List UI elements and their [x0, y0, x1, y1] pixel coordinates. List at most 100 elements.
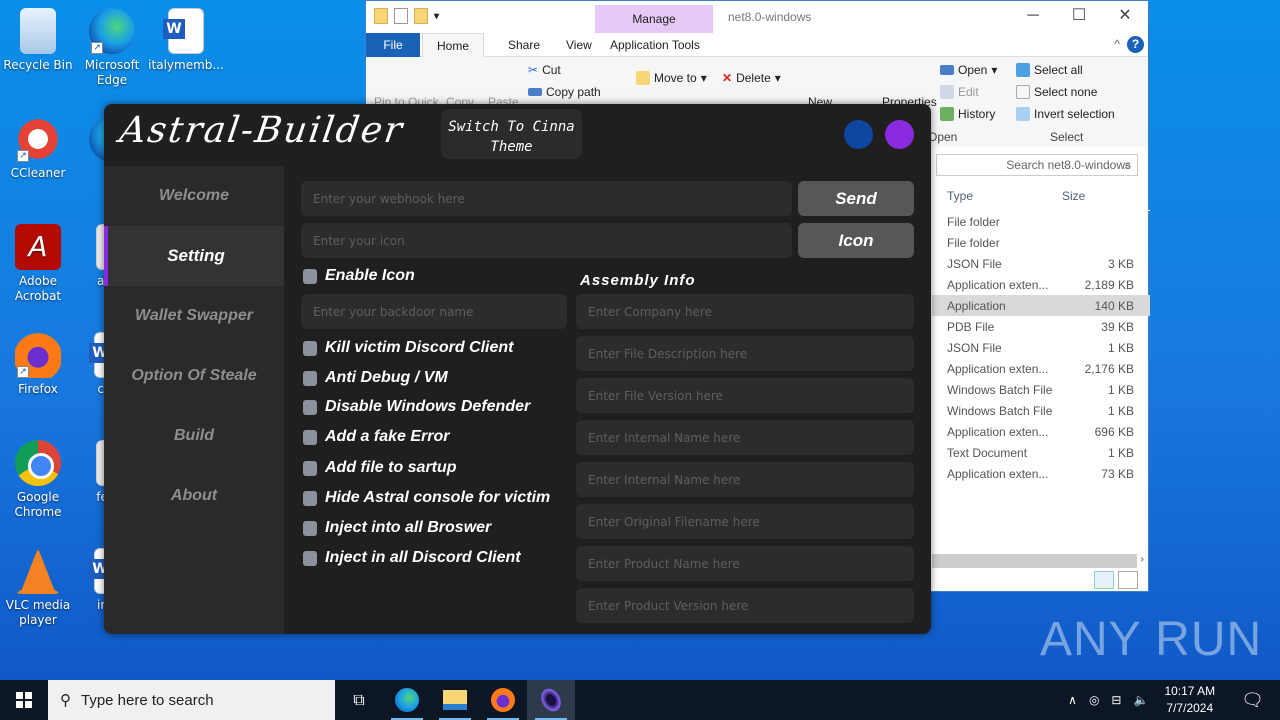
- assembly-field[interactable]: [576, 546, 914, 581]
- switch-theme-button[interactable]: Switch To Cinna Theme: [441, 109, 582, 159]
- assembly-field[interactable]: [576, 336, 914, 371]
- task-view-button[interactable]: ⧉: [335, 680, 383, 720]
- assembly-field[interactable]: [576, 378, 914, 413]
- assembly-field[interactable]: [576, 462, 914, 497]
- file-size: 1 KB: [1107, 340, 1134, 355]
- start-button[interactable]: [0, 680, 48, 720]
- file-row[interactable]: Application exten... 73 KB: [932, 463, 1150, 484]
- nav-about[interactable]: About: [104, 466, 284, 526]
- delete-button[interactable]: ✕ Delete ▾: [722, 71, 781, 85]
- desktop-icon-edge[interactable]: ↗ Microsoft Edge: [74, 8, 150, 88]
- desktop-icon-firefox[interactable]: ↗ Firefox: [0, 332, 76, 397]
- select-all-button[interactable]: Select all: [1016, 63, 1083, 77]
- file-size: 1 KB: [1107, 382, 1134, 397]
- tab-file[interactable]: File: [366, 33, 420, 57]
- manage-tab-group[interactable]: Manage: [595, 5, 713, 33]
- file-row[interactable]: JSON File 3 KB: [932, 253, 1150, 274]
- option-checkbox[interactable]: Kill victim Discord Client: [303, 339, 513, 357]
- file-row[interactable]: Text Document 1 KB: [932, 442, 1150, 463]
- clock[interactable]: 10:17 AM 7/7/2024: [1164, 683, 1215, 717]
- copy-path-button[interactable]: Copy path: [528, 85, 601, 99]
- taskbar-astral-builder[interactable]: [527, 680, 575, 720]
- volume-icon[interactable]: 🔈: [1133, 693, 1148, 707]
- details-view-icon[interactable]: [1094, 571, 1114, 589]
- file-row[interactable]: Windows Batch File 1 KB: [932, 379, 1150, 400]
- option-checkbox[interactable]: Hide Astral console for victim: [303, 489, 550, 507]
- file-row[interactable]: Application exten... 2,176 KB: [932, 358, 1150, 379]
- send-button[interactable]: Send: [798, 181, 914, 216]
- tab-home[interactable]: Home: [422, 33, 485, 57]
- help-icon[interactable]: ?: [1127, 36, 1144, 53]
- select-none-button[interactable]: Select none: [1016, 85, 1097, 99]
- desktop-icon-acrobat[interactable]: Adobe Acrobat: [0, 224, 76, 304]
- close-button[interactable]: ✕: [1102, 1, 1148, 31]
- desktop-icon-recycle-bin[interactable]: Recycle Bin: [0, 8, 76, 73]
- tab-application-tools[interactable]: Application Tools: [596, 33, 714, 57]
- desktop-icon-vlc[interactable]: VLC media player: [0, 548, 76, 628]
- option-checkbox[interactable]: Add file to sartup: [303, 459, 457, 477]
- webhook-input[interactable]: [301, 181, 792, 216]
- icon-button[interactable]: Icon: [798, 223, 914, 258]
- column-size[interactable]: Size: [1062, 189, 1085, 203]
- nav-welcome[interactable]: Welcome: [104, 166, 284, 226]
- taskbar-firefox[interactable]: [479, 680, 527, 720]
- collapse-ribbon-icon[interactable]: ^: [1114, 37, 1120, 51]
- option-checkbox[interactable]: Add a fake Error: [303, 428, 449, 446]
- file-row[interactable]: JSON File 1 KB: [932, 337, 1150, 358]
- tab-share[interactable]: Share: [494, 33, 554, 57]
- desktop-icon-ccleaner[interactable]: ↗ CCleaner: [0, 116, 76, 181]
- option-checkbox[interactable]: Inject into all Broswer: [303, 519, 491, 537]
- move-to-button[interactable]: Move to ▾: [636, 71, 707, 85]
- file-row[interactable]: Windows Batch File 1 KB: [932, 400, 1150, 421]
- customize-dropdown-icon[interactable]: ▾: [434, 11, 439, 22]
- file-row[interactable]: PDB File 39 KB: [932, 316, 1150, 337]
- edge-icon: [395, 688, 419, 712]
- file-row[interactable]: Application exten... 2,189 KB: [932, 274, 1150, 295]
- taskbar-edge[interactable]: [383, 680, 431, 720]
- taskbar-search-box[interactable]: ⚲ Type here to search: [48, 680, 335, 720]
- assembly-field[interactable]: [576, 504, 914, 539]
- explorer-search-input[interactable]: Search net8.0-windows ⌕: [936, 154, 1138, 176]
- invert-selection-button[interactable]: Invert selection: [1016, 107, 1115, 121]
- history-button[interactable]: History: [940, 107, 995, 121]
- network-icon[interactable]: ⊟: [1111, 693, 1121, 707]
- properties-icon[interactable]: [394, 8, 408, 24]
- file-row[interactable]: Application exten... 696 KB: [932, 421, 1150, 442]
- vlc-icon: [15, 548, 61, 594]
- icon-input[interactable]: [301, 223, 792, 258]
- nav-wallet-swapper[interactable]: Wallet Swapper: [104, 286, 284, 346]
- assembly-field[interactable]: [576, 588, 914, 623]
- column-type[interactable]: Type: [932, 189, 1062, 203]
- enable-icon-checkbox[interactable]: Enable Icon: [303, 267, 415, 285]
- backdoor-name-input[interactable]: [301, 294, 567, 329]
- file-row[interactable]: File folder: [932, 211, 1150, 232]
- purple-theme-button[interactable]: [885, 120, 914, 149]
- minimize-button[interactable]: ─: [1010, 1, 1056, 31]
- new-folder-icon[interactable]: [414, 8, 428, 24]
- scroll-right-icon[interactable]: ›: [1141, 554, 1144, 565]
- desktop-icon-chrome[interactable]: Google Chrome: [0, 440, 76, 520]
- assembly-field[interactable]: [576, 294, 914, 329]
- folder-icon[interactable]: [374, 8, 388, 24]
- option-checkbox[interactable]: Disable Windows Defender: [303, 398, 530, 416]
- horizontal-scrollbar[interactable]: [932, 554, 1137, 568]
- desktop-icon-italymemb[interactable]: Witalymemb...: [148, 8, 224, 73]
- edit-button[interactable]: Edit: [940, 85, 979, 99]
- blue-theme-button[interactable]: [844, 120, 873, 149]
- file-row[interactable]: Application 140 KB: [932, 295, 1150, 316]
- taskbar-file-explorer[interactable]: [431, 680, 479, 720]
- nav-option-of-steale[interactable]: Option Of Steale: [104, 346, 284, 406]
- open-button[interactable]: Open ▾: [940, 63, 997, 77]
- notifications-icon[interactable]: 🗨: [1241, 690, 1264, 711]
- large-icons-view-icon[interactable]: [1118, 571, 1138, 589]
- option-checkbox[interactable]: Inject in all Discord Client: [303, 549, 521, 567]
- option-checkbox[interactable]: Anti Debug / VM: [303, 369, 448, 387]
- meet-now-icon[interactable]: ◎: [1089, 693, 1099, 707]
- assembly-field[interactable]: [576, 420, 914, 455]
- file-row[interactable]: File folder: [932, 232, 1150, 253]
- cut-button[interactable]: ✂ Cut: [528, 63, 561, 77]
- maximize-button[interactable]: ☐: [1056, 1, 1102, 31]
- nav-setting[interactable]: Setting: [104, 226, 284, 286]
- nav-build[interactable]: Build: [104, 406, 284, 466]
- show-hidden-icons[interactable]: ∧: [1068, 693, 1077, 707]
